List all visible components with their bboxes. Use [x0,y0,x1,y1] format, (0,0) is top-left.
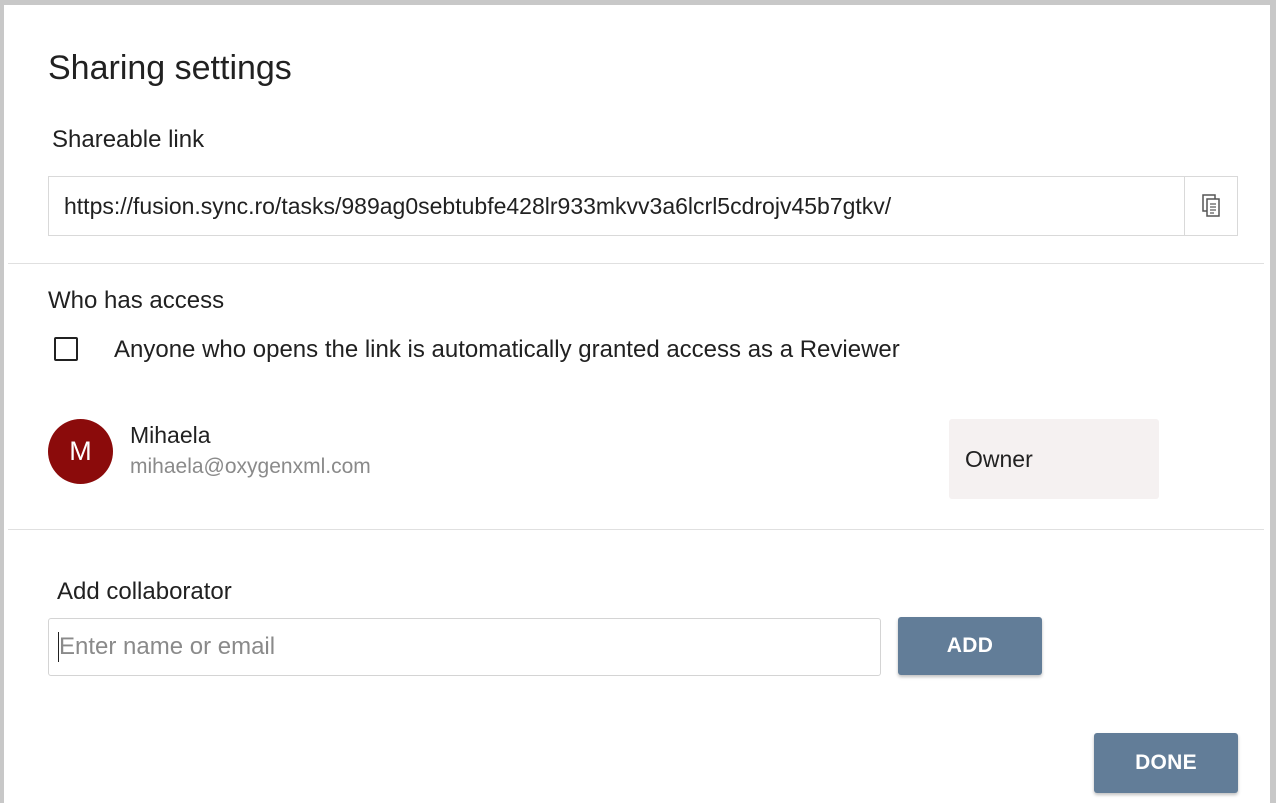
section-divider [8,529,1264,530]
collaborator-input[interactable] [48,618,881,676]
done-button[interactable]: DONE [1094,733,1238,793]
user-email: mihaela@oxygenxml.com [130,455,371,478]
copy-icon [1202,194,1220,217]
copy-link-button[interactable] [1184,177,1237,235]
sharing-dialog: Sharing settings Shareable link https://… [0,0,1276,803]
shareable-link-url[interactable]: https://fusion.sync.ro/tasks/989ag0sebtu… [49,193,1184,220]
who-has-access-label: Who has access [48,287,225,314]
avatar: M [48,419,113,484]
user-name: Mihaela [130,422,211,448]
auto-grant-checkbox[interactable] [54,337,78,361]
section-divider [8,263,1264,264]
user-role: Owner [949,419,1159,499]
dialog-title: Sharing settings [48,49,292,87]
shareable-link-field: https://fusion.sync.ro/tasks/989ag0sebtu… [48,176,1238,236]
auto-grant-label[interactable]: Anyone who opens the link is automatical… [114,335,900,365]
add-collaborator-label: Add collaborator [57,578,232,605]
shareable-link-label: Shareable link [52,126,205,153]
add-collaborator-button[interactable]: ADD [898,617,1042,675]
text-caret [58,632,59,662]
